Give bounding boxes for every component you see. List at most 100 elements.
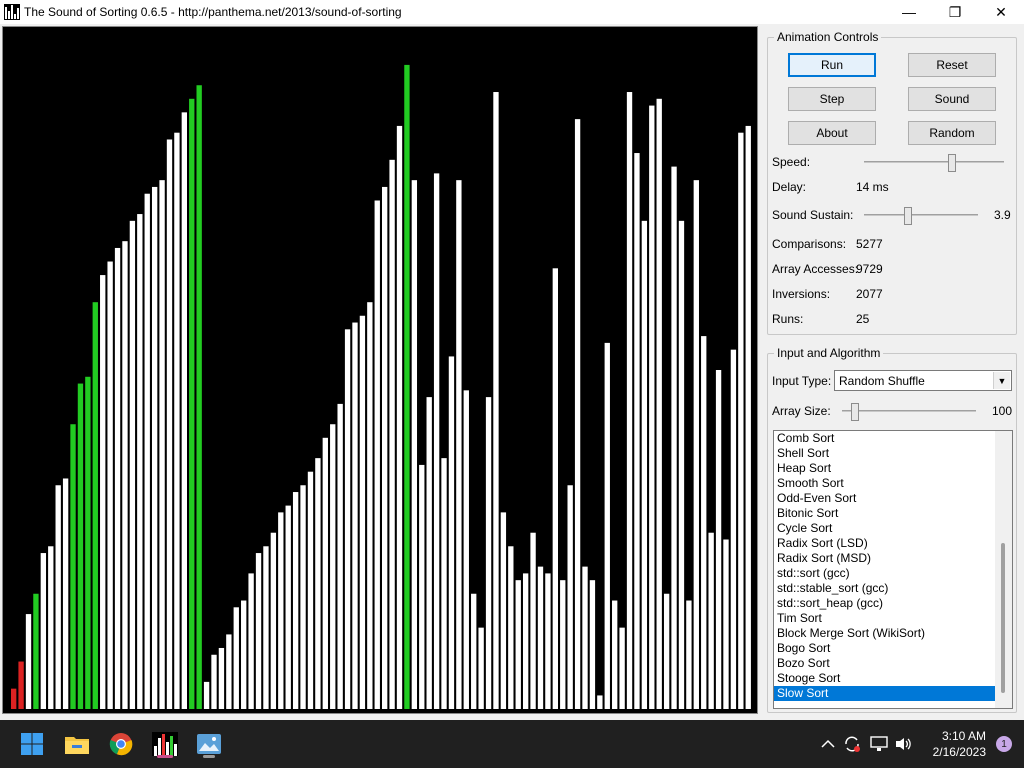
array-bar [70,424,76,709]
algorithm-list-item[interactable]: std::sort (gcc) [774,566,995,581]
algorithm-list-item[interactable]: Comb Sort [774,431,995,446]
array-bar [307,471,314,709]
array-size-slider-thumb[interactable] [851,403,859,421]
animation-controls-title: Animation Controls [774,30,882,44]
array-bar [359,315,366,709]
dropdown-arrow-icon[interactable]: ▼ [993,372,1010,389]
sound-button[interactable]: Sound [908,87,996,111]
array-bar [33,593,39,709]
chevron-up-icon[interactable] [818,734,838,754]
array-size-value: 100 [992,404,1013,418]
run-button[interactable]: Run [788,53,876,77]
array-bar [181,112,187,710]
array-bar [107,261,113,709]
array-bar [11,688,17,709]
sound-sustain-value: 3.9 [994,208,1011,222]
animation-controls-group: Animation Controls Run Reset Step Sound … [767,30,1017,335]
delay-label: Delay: [772,180,807,194]
algorithm-list-item[interactable]: Slow Sort [774,686,995,701]
array-bar [530,532,536,709]
array-bar [471,593,477,709]
window-controls: — ❐ ✕ [886,0,1024,24]
algorithm-list-item[interactable]: Bogo Sort [774,641,995,656]
maximize-button[interactable]: ❐ [932,0,978,24]
algorithm-list-item[interactable]: Stooge Sort [774,671,995,686]
scrollbar-thumb[interactable] [1001,543,1005,693]
runs-label: Runs: [772,312,804,326]
algorithm-list-item[interactable]: std::stable_sort (gcc) [774,581,995,596]
clock-time: 3:10 AM [941,729,986,743]
array-bar [137,214,143,709]
chrome-icon[interactable] [105,728,137,760]
array-bar [218,647,225,709]
algorithm-list-item[interactable]: Radix Sort (LSD) [774,536,995,551]
array-bar [433,173,440,709]
input-type-value: Random Shuffle [839,373,925,388]
windows-start-icon[interactable] [16,728,48,760]
algorithm-list-item[interactable]: Bozo Sort [774,656,995,671]
algorithm-list-item[interactable]: Odd-Even Sort [774,491,995,506]
array-bar [48,546,54,709]
array-bar [174,132,180,709]
taskbar: 3:10 AM 2/16/2023 1 [0,720,1024,768]
algorithm-list-item[interactable]: Tim Sort [774,611,995,626]
array-bar [270,532,277,709]
sound-of-sorting-icon[interactable] [149,728,181,760]
algorithm-list-item[interactable]: Radix Sort (MSD) [774,551,995,566]
speed-slider-thumb[interactable] [948,154,956,172]
algorithm-list-item[interactable]: Bitonic Sort [774,506,995,521]
array-bar [114,247,121,709]
sustain-slider-thumb[interactable] [904,207,912,225]
array-bar [122,241,128,709]
algorithm-list-item[interactable]: std::sort_heap (gcc) [774,596,995,611]
reset-button[interactable]: Reset [908,53,996,77]
system-clock[interactable]: 3:10 AM 2/16/2023 [933,728,986,760]
algorithm-list-item[interactable]: Shell Sort [774,446,995,461]
array-bar [62,478,69,709]
array-bar [337,403,343,709]
file-explorer-icon[interactable] [61,728,93,760]
display-icon[interactable] [869,734,889,754]
close-button[interactable]: ✕ [978,0,1024,24]
input-type-select[interactable]: Random Shuffle ▼ [834,370,1012,391]
array-bar [315,458,321,709]
algorithm-list-item[interactable]: Block Merge Sort (WikiSort) [774,626,995,641]
sound-sustain-label: Sound Sustain: [772,208,854,222]
algorithm-list-item[interactable]: Cycle Sort [774,521,995,536]
array-bar [352,322,358,709]
array-bar [396,125,403,710]
array-bar [463,390,469,709]
array-size-slider[interactable] [842,401,976,421]
comparisons-label: Comparisons: [772,237,847,251]
array-bar [322,437,328,709]
delay-value: 14 ms [856,180,889,194]
speed-slider[interactable] [864,152,1004,172]
inversions-label: Inversions: [772,287,831,301]
array-bar [456,180,462,709]
array-bar [478,627,484,709]
minimize-button[interactable]: — [886,0,932,24]
algorithm-list[interactable]: Comb Sort Shell Sort Heap Sort Smooth Sort O… [773,430,1013,709]
random-button[interactable]: Random [908,121,996,145]
algorithm-list-item[interactable]: Smooth Sort [774,476,995,491]
volume-icon[interactable] [893,734,913,754]
sound-sustain-slider[interactable] [864,205,978,225]
array-bar [203,681,210,709]
array-bar [619,627,625,709]
array-bar [129,220,136,709]
algorithm-list-item[interactable]: Heap Sort [774,461,995,476]
notification-badge[interactable]: 1 [996,736,1012,752]
algorithm-list-items: Comb Sort Shell Sort Heap Sort Smooth Sort O… [774,431,1012,701]
array-bar [604,342,610,709]
sorting-bars-chart [11,64,751,710]
title-bar[interactable]: The Sound of Sorting 0.6.5 - http://pant… [0,0,1024,24]
control-panel: Animation Controls Run Reset Step Sound … [762,24,1024,718]
about-button[interactable]: About [788,121,876,145]
image-viewer-icon[interactable] [193,728,225,760]
array-size-label: Array Size: [772,404,831,418]
sync-icon[interactable] [842,734,862,754]
array-bar [649,105,655,709]
step-button[interactable]: Step [788,87,876,111]
algorithm-list-scrollbar[interactable] [995,431,1012,708]
array-bar [166,139,173,710]
